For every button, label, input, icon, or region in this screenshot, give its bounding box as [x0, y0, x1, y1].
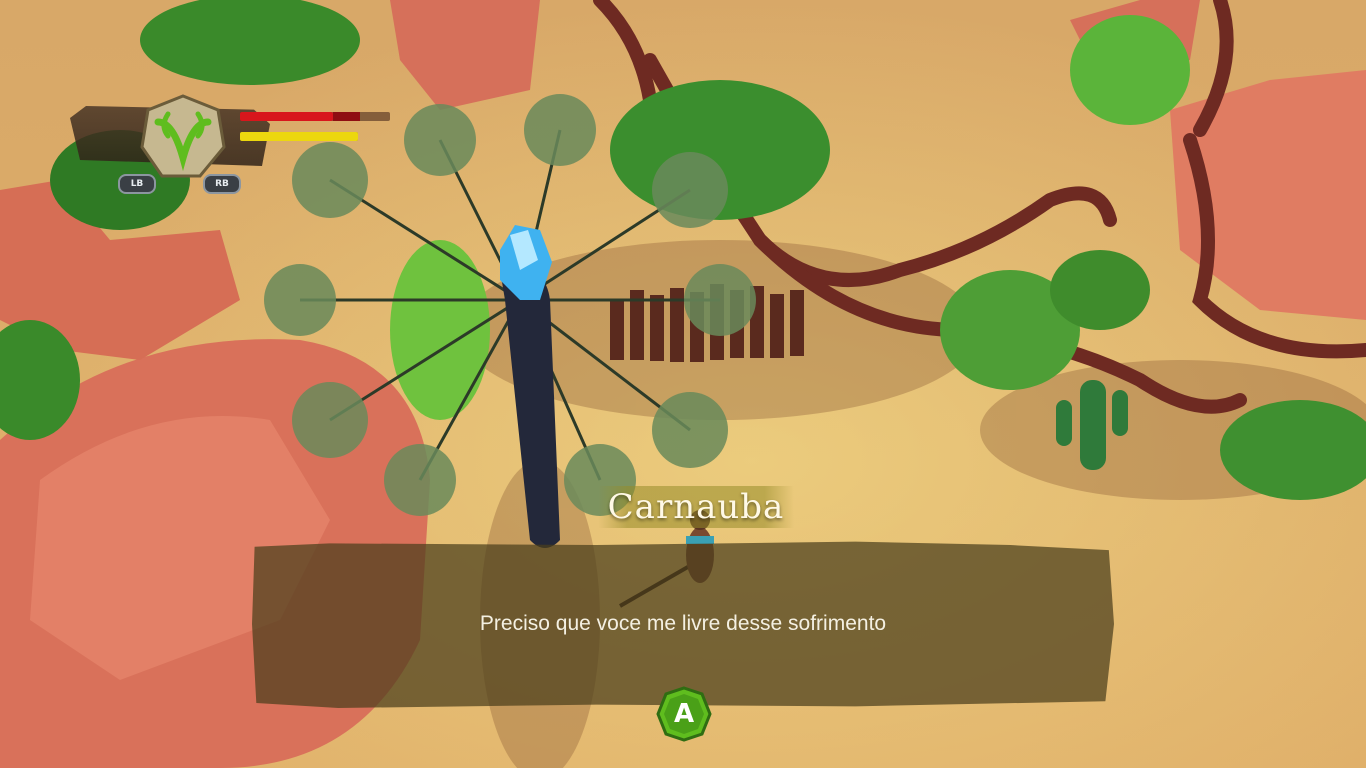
lb-button-prompt[interactable]: LB	[118, 174, 156, 194]
green-leaf-emblem-icon	[140, 94, 226, 178]
health-bar-fill	[240, 112, 333, 121]
speaker-name: Carnauba	[607, 487, 785, 527]
speaker-nameplate: Carnauba	[598, 486, 794, 528]
dialogue-box: Preciso que voce me livre desse sofrimen…	[252, 541, 1114, 708]
dialogue-text: Preciso que voce me livre desse sofrimen…	[479, 612, 887, 635]
player-hud: LB RB	[70, 88, 410, 198]
confirm-button-label: A	[673, 699, 695, 729]
rb-button-prompt[interactable]: RB	[203, 174, 241, 194]
health-bar-lost	[333, 112, 360, 121]
stamina-bar-fill	[240, 132, 358, 141]
health-bar	[240, 112, 390, 121]
stamina-bar	[240, 132, 358, 141]
confirm-a-button[interactable]: A	[656, 686, 712, 742]
